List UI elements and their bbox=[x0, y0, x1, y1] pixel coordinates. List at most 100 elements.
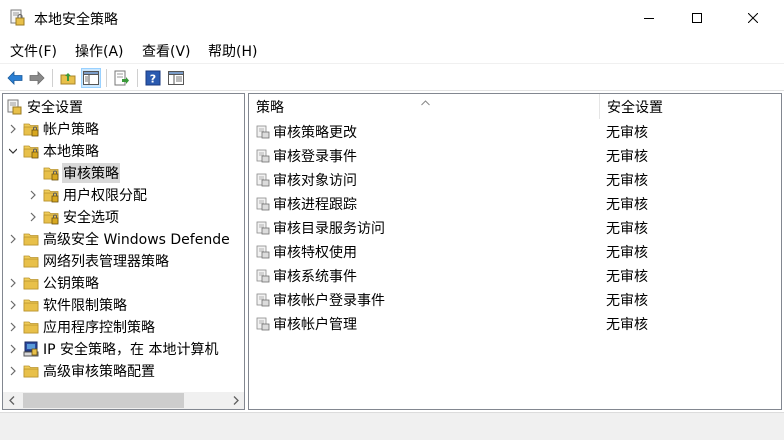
policy-row[interactable]: 审核目录服务访问 无审核 bbox=[249, 216, 781, 240]
tree-root-label: 安全设置 bbox=[27, 100, 83, 116]
tree-item[interactable]: 审核策略 bbox=[27, 162, 120, 184]
policy-item-icon bbox=[256, 269, 270, 283]
tree-item-label: 审核策略 bbox=[62, 163, 120, 183]
folder-icon bbox=[23, 363, 39, 379]
chevron-right-icon[interactable] bbox=[7, 294, 19, 316]
policy-name-cell: 审核特权使用 bbox=[256, 240, 357, 264]
folder-icon bbox=[23, 297, 39, 313]
policy-item-icon bbox=[256, 221, 270, 235]
policy-row[interactable]: 审核帐户登录事件 无审核 bbox=[249, 288, 781, 312]
close-button[interactable] bbox=[730, 0, 776, 36]
tree-horizontal-scrollbar[interactable] bbox=[3, 392, 244, 409]
policy-name-cell: 审核进程跟踪 bbox=[256, 192, 357, 216]
security-setting-value: 无审核 bbox=[606, 221, 648, 237]
back-arrow-icon bbox=[7, 71, 23, 85]
maximize-icon bbox=[692, 13, 702, 23]
tree-item[interactable]: IP 安全策略，在 本地计算机 bbox=[7, 338, 219, 360]
export-list-button[interactable] bbox=[112, 68, 132, 88]
properties-button[interactable] bbox=[166, 68, 186, 88]
tree-item[interactable]: 公钥策略 bbox=[7, 272, 100, 294]
chevron-right-icon[interactable] bbox=[27, 184, 39, 206]
scroll-left-button[interactable] bbox=[3, 392, 20, 409]
chevron-left-icon bbox=[8, 396, 14, 405]
menu-help[interactable]: 帮助(H) bbox=[208, 41, 257, 61]
folder-icon bbox=[23, 275, 39, 291]
policy-row[interactable]: 审核策略更改 无审核 bbox=[249, 120, 781, 144]
policy-row[interactable]: 审核系统事件 无审核 bbox=[249, 264, 781, 288]
policy-name: 审核登录事件 bbox=[273, 149, 357, 165]
tree-item[interactable]: 用户权限分配 bbox=[27, 184, 148, 206]
policy-item-icon bbox=[256, 197, 270, 211]
policy-item-icon bbox=[256, 245, 270, 259]
folder-lock-icon bbox=[43, 187, 59, 203]
toolbar-separator bbox=[106, 69, 107, 87]
svg-text:?: ? bbox=[150, 73, 156, 86]
policy-row[interactable]: 审核帐户管理 无审核 bbox=[249, 312, 781, 336]
tree-panel[interactable]: 安全设置 帐户策略本地策略 审核策略用户权限分配 安全选项高级安全 Windows … bbox=[2, 93, 245, 410]
chevron-right-icon[interactable] bbox=[7, 118, 19, 140]
tree-item-label: 高级安全 Windows Defende bbox=[43, 232, 230, 248]
toolbar-separator bbox=[52, 69, 53, 87]
security-setting-value: 无审核 bbox=[606, 269, 648, 285]
column-header-policy-label: 策略 bbox=[256, 99, 284, 116]
back-button[interactable] bbox=[5, 68, 25, 88]
tree-item[interactable]: 本地策略 bbox=[7, 140, 100, 162]
tree-item-label: 高级审核策略配置 bbox=[43, 364, 155, 380]
tree-item-label: 安全选项 bbox=[63, 210, 119, 226]
show-hide-tree-icon bbox=[83, 71, 99, 85]
tree-item[interactable]: 网络列表管理器策略 bbox=[7, 250, 170, 272]
local-security-policy-icon bbox=[10, 9, 26, 27]
security-setting-value: 无审核 bbox=[606, 173, 648, 189]
security-setting-value: 无审核 bbox=[606, 245, 648, 261]
column-header-security-setting[interactable]: 安全设置 bbox=[600, 94, 780, 119]
policy-name-cell: 审核目录服务访问 bbox=[256, 216, 385, 240]
policy-name-cell: 审核对象访问 bbox=[256, 168, 357, 192]
menu-view[interactable]: 查看(V) bbox=[142, 41, 191, 61]
local-security-policy-icon bbox=[7, 99, 23, 115]
tree-item-label: 帐户策略 bbox=[43, 122, 99, 138]
policy-row[interactable]: 审核对象访问 无审核 bbox=[249, 168, 781, 192]
menu-file[interactable]: 文件(F) bbox=[10, 41, 57, 61]
chevron-right-icon bbox=[233, 396, 239, 405]
scroll-right-button[interactable] bbox=[227, 392, 244, 409]
tree-root[interactable]: 安全设置 bbox=[7, 96, 84, 118]
policy-row[interactable]: 审核特权使用 无审核 bbox=[249, 240, 781, 264]
policy-list-panel[interactable]: 策略 安全设置 审核策略更改 无审核 审核登录事件 无审核 审核对象访问 无审核 审核进程跟… bbox=[248, 93, 782, 410]
forward-button[interactable] bbox=[27, 68, 47, 88]
chevron-right-icon[interactable] bbox=[7, 228, 19, 250]
chevron-down-icon[interactable] bbox=[7, 140, 19, 162]
toolbar-separator bbox=[137, 69, 138, 87]
column-header-security-setting-label: 安全设置 bbox=[607, 99, 663, 116]
tree-item[interactable]: 帐户策略 bbox=[7, 118, 100, 140]
policy-name: 审核目录服务访问 bbox=[273, 221, 385, 237]
tree-item[interactable]: 应用程序控制策略 bbox=[7, 316, 156, 338]
tree-item[interactable]: 软件限制策略 bbox=[7, 294, 128, 316]
scrollbar-thumb[interactable] bbox=[23, 393, 184, 408]
policy-name-cell: 审核帐户管理 bbox=[256, 312, 357, 336]
folder-lock-icon bbox=[43, 209, 59, 225]
chevron-right-icon[interactable] bbox=[7, 338, 19, 360]
tree-item[interactable]: 高级安全 Windows Defende bbox=[7, 228, 231, 250]
policy-row[interactable]: 审核登录事件 无审核 bbox=[249, 144, 781, 168]
chevron-right-icon[interactable] bbox=[7, 272, 19, 294]
show-hide-tree-button[interactable] bbox=[81, 68, 101, 88]
up-level-button[interactable] bbox=[58, 68, 78, 88]
help-button[interactable]: ? bbox=[143, 68, 163, 88]
menu-action[interactable]: 操作(A) bbox=[75, 41, 124, 61]
minimize-button[interactable] bbox=[626, 0, 672, 36]
policy-name: 审核对象访问 bbox=[273, 173, 357, 189]
help-icon: ? bbox=[145, 70, 161, 86]
tree-item[interactable]: 高级审核策略配置 bbox=[7, 360, 156, 382]
chevron-right-icon[interactable] bbox=[7, 316, 19, 338]
maximize-button[interactable] bbox=[674, 0, 720, 36]
chevron-right-icon[interactable] bbox=[27, 206, 39, 228]
tree-item[interactable]: 安全选项 bbox=[27, 206, 120, 228]
folder-icon bbox=[23, 231, 39, 247]
up-folder-icon bbox=[60, 73, 76, 85]
tree-item-label: 用户权限分配 bbox=[63, 188, 147, 204]
policy-name-cell: 审核登录事件 bbox=[256, 144, 357, 168]
chevron-right-icon[interactable] bbox=[7, 360, 19, 382]
policy-row[interactable]: 审核进程跟踪 无审核 bbox=[249, 192, 781, 216]
tree-item-label: 公钥策略 bbox=[43, 276, 99, 292]
